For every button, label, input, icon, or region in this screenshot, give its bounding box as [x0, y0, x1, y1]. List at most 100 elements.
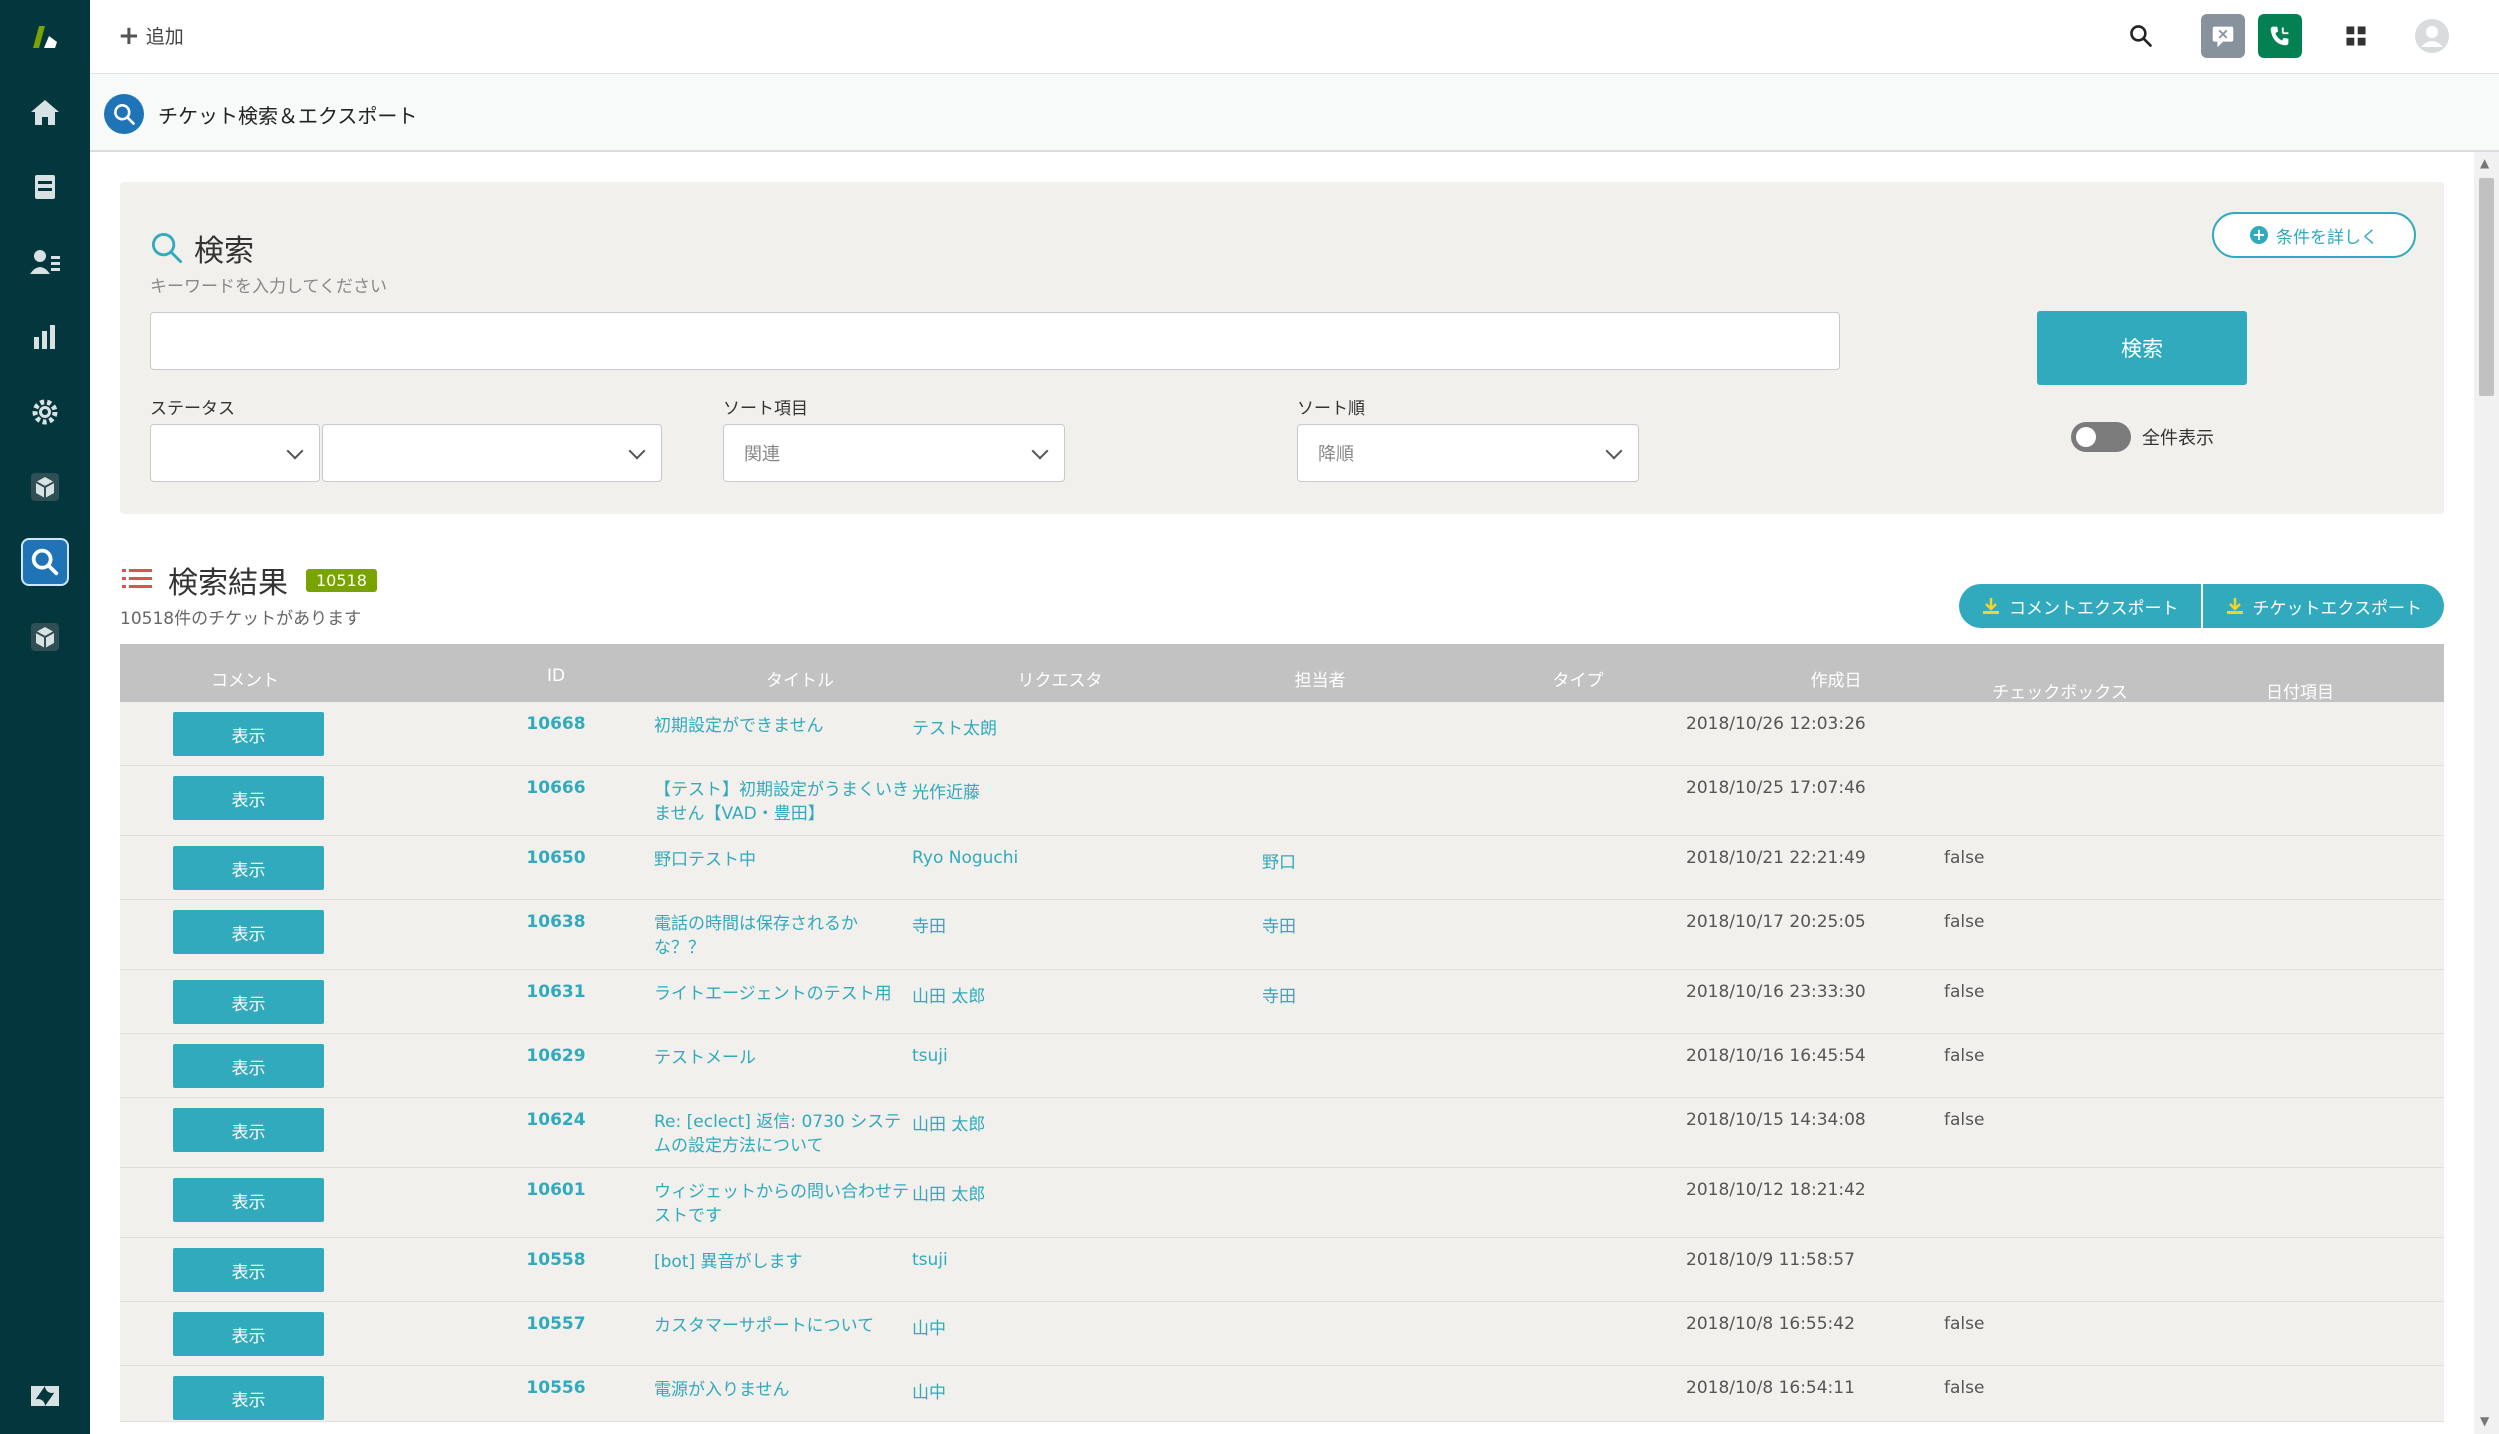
- column-header-date-field[interactable]: 日付項目: [2220, 678, 2380, 703]
- customers-icon[interactable]: [0, 232, 90, 292]
- search-icon[interactable]: [2119, 14, 2163, 58]
- search-button[interactable]: 検索: [2037, 311, 2247, 385]
- chat-icon[interactable]: [2201, 14, 2245, 58]
- results-count-badge: 10518: [306, 568, 377, 592]
- ticket-title-link[interactable]: 電話の時間は保存されるか な？？: [654, 912, 858, 960]
- view-comments-button[interactable]: 表示: [173, 1044, 324, 1088]
- show-all-toggle[interactable]: [2071, 422, 2131, 452]
- requester-link[interactable]: 光作近藤: [912, 778, 980, 803]
- view-comments-button[interactable]: 表示: [173, 712, 324, 756]
- column-header-id[interactable]: ID: [506, 666, 606, 686]
- zendesk-z-icon[interactable]: [0, 1366, 90, 1426]
- column-header-title[interactable]: タイトル: [720, 666, 880, 691]
- ticket-id-link[interactable]: 10629: [483, 1046, 629, 1066]
- requester-link[interactable]: tsuji: [912, 1250, 948, 1270]
- add-button[interactable]: + 追加: [118, 22, 184, 49]
- admin-gear-icon[interactable]: [0, 382, 90, 442]
- talk-phone-icon[interactable]: [2258, 14, 2302, 58]
- home-icon[interactable]: [0, 82, 90, 142]
- ticket-title-line: テストメール: [654, 1048, 756, 1068]
- ticket-title-line: ません【VAD・豊田】: [654, 804, 825, 824]
- ticket-title-line: 電話の時間は保存されるか: [654, 914, 858, 934]
- ticket-title-link[interactable]: ウィジェットからの問い合わせテ ストです: [654, 1180, 909, 1228]
- ticket-title-link[interactable]: 【テスト】初期設定がうまくいき ません【VAD・豊田】: [654, 778, 909, 826]
- status-select-1[interactable]: [150, 424, 320, 482]
- requester-link[interactable]: 山中: [912, 1314, 946, 1339]
- view-comments-button[interactable]: 表示: [173, 980, 324, 1024]
- requester-link[interactable]: Ryo Noguchi: [912, 848, 1018, 868]
- sort-field-select[interactable]: 関連: [723, 424, 1065, 482]
- ticket-id-link[interactable]: 10668: [483, 714, 629, 734]
- views-icon[interactable]: [0, 157, 90, 217]
- zendesk-logo-icon[interactable]: [0, 8, 90, 68]
- comment-export-button[interactable]: コメントエクスポート: [1959, 584, 2203, 628]
- ticket-title-link[interactable]: カスタマーサポートについて: [654, 1314, 874, 1338]
- view-comments-button[interactable]: 表示: [173, 910, 324, 954]
- app-box-icon[interactable]: [0, 607, 90, 667]
- checkbox-value: false: [1944, 848, 1985, 868]
- table-row: 表示 10668 初期設定ができません テスト太朗 2018/10/26 12:03:2…: [120, 702, 2444, 766]
- sort-order-select[interactable]: 降順: [1297, 424, 1639, 482]
- ticket-id-link[interactable]: 10666: [483, 778, 629, 798]
- column-header-assignee[interactable]: 担当者: [1240, 666, 1400, 691]
- ticket-id-link[interactable]: 10650: [483, 848, 629, 868]
- requester-link[interactable]: 寺田: [912, 912, 946, 937]
- reporting-icon[interactable]: [0, 307, 90, 367]
- requester-link[interactable]: tsuji: [912, 1046, 948, 1066]
- download-icon: [1983, 598, 1999, 614]
- checkbox-value: false: [1944, 1046, 1985, 1066]
- view-comments-button[interactable]: 表示: [173, 1376, 324, 1420]
- apps-grid-icon[interactable]: [2334, 14, 2378, 58]
- ticket-title-link[interactable]: 野口テスト中: [654, 848, 756, 872]
- view-comments-button[interactable]: 表示: [173, 1248, 324, 1292]
- page-scrollbar[interactable]: ▲ ▼: [2474, 152, 2499, 1434]
- column-header-checkbox[interactable]: チェックボックス: [1960, 678, 2160, 703]
- view-comments-button[interactable]: 表示: [173, 776, 324, 820]
- advanced-conditions-button[interactable]: + 条件を詳しく: [2212, 212, 2416, 258]
- table-body: 表示 10668 初期設定ができません テスト太朗 2018/10/26 12:03:2…: [120, 702, 2444, 1422]
- column-header-type[interactable]: タイプ: [1498, 666, 1658, 691]
- requester-link[interactable]: 山田 太郎: [912, 982, 985, 1007]
- scroll-down-arrow-icon[interactable]: ▼: [2480, 1414, 2489, 1428]
- ticket-title-link[interactable]: テストメール: [654, 1046, 756, 1070]
- scroll-up-arrow-icon[interactable]: ▲: [2480, 156, 2489, 170]
- app-box-icon[interactable]: [0, 457, 90, 517]
- assignee-link[interactable]: 寺田: [1262, 982, 1296, 1007]
- view-comments-button[interactable]: 表示: [173, 1178, 324, 1222]
- created-date: 2018/10/26 12:03:26: [1686, 714, 1866, 734]
- table-row: 表示 10638 電話の時間は保存されるか な？？ 寺田 寺田 2018/10/17 20:…: [120, 900, 2444, 970]
- search-app-icon[interactable]: [0, 532, 90, 592]
- ticket-title-link[interactable]: 初期設定ができません: [654, 714, 824, 738]
- ticket-id-link[interactable]: 10558: [483, 1250, 629, 1270]
- ticket-id-link[interactable]: 10601: [483, 1180, 629, 1200]
- ticket-title-link[interactable]: [bot] 異音がします: [654, 1250, 803, 1274]
- scroll-thumb[interactable]: [2479, 178, 2494, 396]
- requester-link[interactable]: 山田 太郎: [912, 1110, 985, 1135]
- assignee-link[interactable]: 寺田: [1262, 912, 1296, 937]
- ticket-id-link[interactable]: 10638: [483, 912, 629, 932]
- view-comments-button[interactable]: 表示: [173, 1312, 324, 1356]
- column-header-created[interactable]: 作成日: [1756, 666, 1916, 691]
- requester-link[interactable]: 山中: [912, 1378, 946, 1403]
- ticket-title-link[interactable]: Re: [eclect] 返信: 0730 システ ムの設定方法について: [654, 1110, 901, 1158]
- ticket-title-link[interactable]: ライトエージェントのテスト用: [654, 982, 892, 1006]
- ticket-export-button[interactable]: チケットエクスポート: [2202, 584, 2444, 628]
- keyword-input[interactable]: [150, 312, 1840, 370]
- requester-link[interactable]: 山田 太郎: [912, 1180, 985, 1205]
- app-title: チケット検索＆エクスポート: [158, 104, 418, 128]
- view-comments-button[interactable]: 表示: [173, 1108, 324, 1152]
- column-header-comment[interactable]: コメント: [150, 666, 340, 691]
- column-header-requester[interactable]: リクエスタ: [980, 666, 1140, 691]
- status-select-2[interactable]: [322, 424, 662, 482]
- ticket-id-link[interactable]: 10556: [483, 1378, 629, 1398]
- user-avatar-icon[interactable]: [2410, 14, 2454, 58]
- created-date: 2018/10/12 18:21:42: [1686, 1180, 1866, 1200]
- ticket-id-link[interactable]: 10624: [483, 1110, 629, 1130]
- requester-link[interactable]: テスト太朗: [912, 714, 997, 739]
- ticket-title-link[interactable]: 電源が入りません: [654, 1378, 790, 1402]
- view-comments-button[interactable]: 表示: [173, 846, 324, 890]
- assignee-link[interactable]: 野口: [1262, 848, 1296, 873]
- ticket-id-link[interactable]: 10631: [483, 982, 629, 1002]
- ticket-id-link[interactable]: 10557: [483, 1314, 629, 1334]
- search-subtitle: キーワードを入力してください: [150, 277, 387, 297]
